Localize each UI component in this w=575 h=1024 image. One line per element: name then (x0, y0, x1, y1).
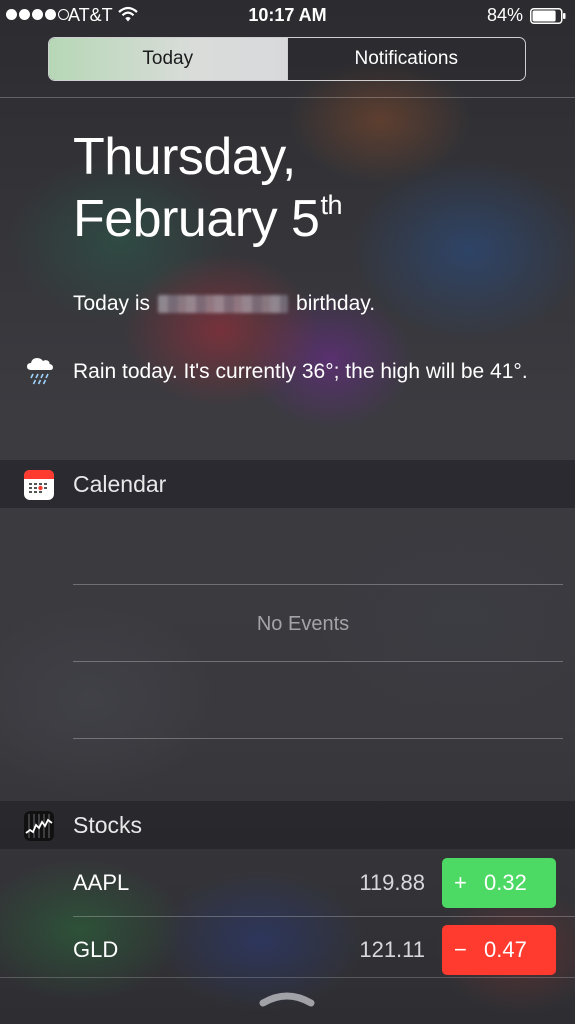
rain-cloud-icon (27, 358, 53, 385)
stock-row[interactable]: GLD 121.11 − 0.47 (0, 917, 575, 983)
stocks-app-icon (24, 811, 54, 841)
bottom-divider (0, 977, 575, 978)
date-month-day: February 5th (73, 190, 342, 250)
close-grabber-handle[interactable] (258, 990, 316, 1008)
tab-notifications[interactable]: Notifications (286, 38, 525, 80)
date-ordinal-suffix: th (320, 190, 342, 220)
calendar-divider (73, 584, 563, 585)
stock-symbol: GLD (73, 937, 119, 962)
calendar-divider (73, 738, 563, 739)
stock-symbol: AAPL (73, 870, 130, 895)
change-sign: − (454, 937, 467, 962)
stock-row[interactable]: AAPL 119.88 + 0.32 (0, 850, 575, 916)
status-bar: AT&T 10:17 AM 84% (0, 0, 575, 32)
calendar-widget-header[interactable]: Calendar (0, 460, 575, 508)
stock-price: 121.11 (359, 937, 425, 962)
header-divider (0, 97, 575, 98)
birthday-prefix: Today is (73, 292, 151, 315)
change-sign: + (454, 870, 467, 895)
stocks-title: Stocks (73, 811, 143, 838)
birthday-summary: Today is birthday. (73, 292, 375, 316)
calendar-title: Calendar (73, 470, 167, 497)
stock-price: 119.88 (359, 870, 425, 895)
calendar-app-icon (24, 470, 54, 500)
redacted-name (158, 295, 289, 313)
stocks-widget-header[interactable]: Stocks (0, 801, 575, 849)
birthday-suffix: birthday. (296, 292, 376, 315)
tab-today[interactable]: Today (49, 38, 287, 80)
change-value: 0.47 (484, 937, 527, 962)
view-segmented-control: Today Notifications (48, 37, 526, 81)
change-value: 0.32 (484, 870, 527, 895)
stock-change-button[interactable]: − 0.47 (442, 925, 556, 975)
calendar-divider (73, 661, 563, 662)
weather-summary: Rain today. It's currently 36°; the high… (73, 360, 528, 383)
no-events-label: No Events (256, 613, 350, 635)
battery-icon (530, 8, 566, 24)
stock-change-button[interactable]: + 0.32 (442, 858, 556, 908)
date-weekday: Thursday, (73, 128, 296, 186)
battery-percentage: 84% (486, 5, 523, 25)
date-month-day-text: February 5 (73, 190, 320, 248)
